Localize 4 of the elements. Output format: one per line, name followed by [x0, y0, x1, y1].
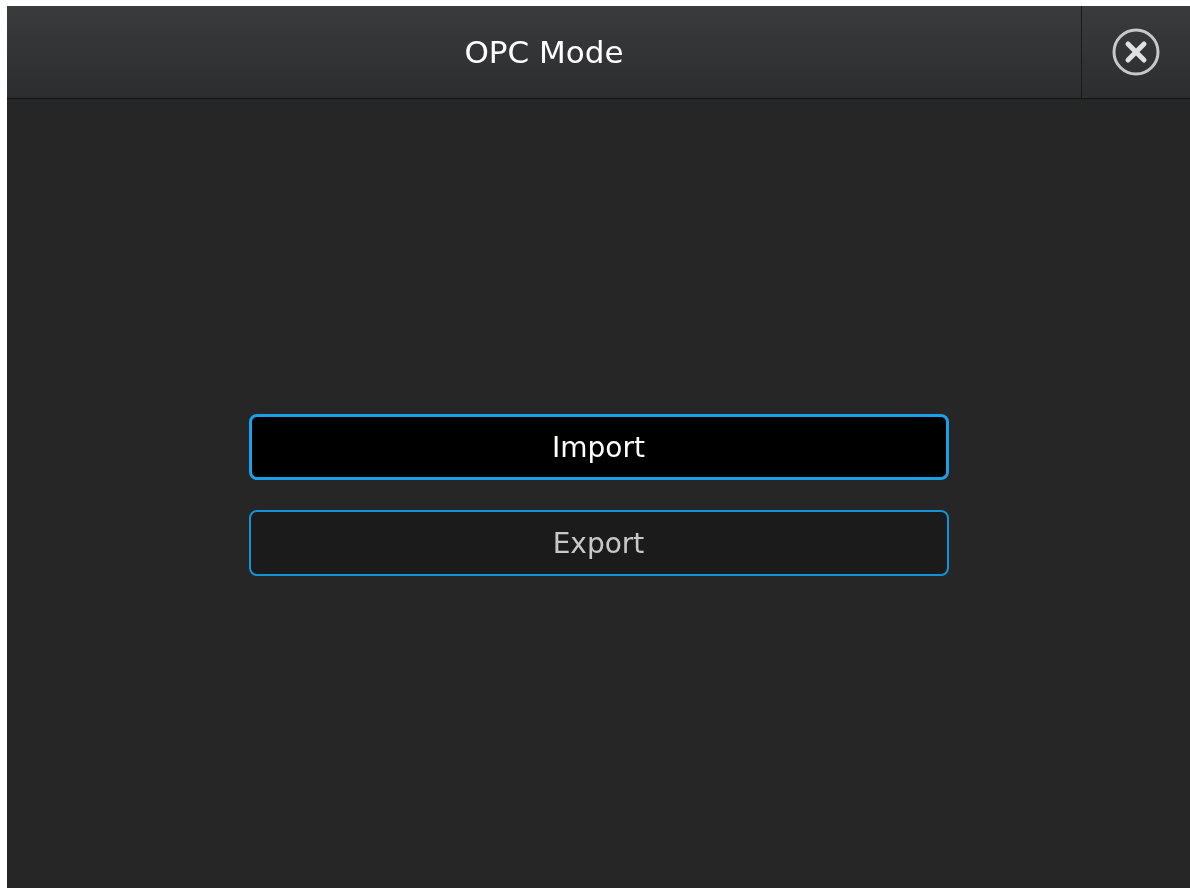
close-icon [1111, 27, 1161, 77]
window-title: OPC Mode [464, 34, 624, 70]
option-button[interactable]: Import [248, 414, 949, 480]
option-button[interactable]: Export [248, 510, 949, 576]
